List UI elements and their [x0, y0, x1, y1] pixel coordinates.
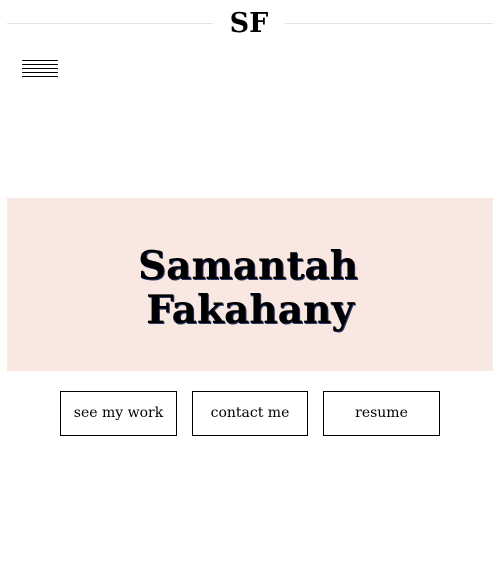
menu-line	[22, 72, 58, 73]
contact-me-button[interactable]: contact me	[192, 391, 308, 436]
see-my-work-button[interactable]: see my work	[60, 391, 177, 436]
hero-first-name: Samantah	[138, 243, 358, 289]
menu-line	[22, 64, 58, 65]
hero-last-name: Fakahany	[146, 287, 354, 333]
menu-line	[22, 60, 58, 61]
menu-line	[22, 76, 58, 77]
menu-line	[22, 68, 58, 69]
resume-button[interactable]: resume	[323, 391, 440, 436]
hero-name: Samantah Fakahany	[7, 244, 493, 332]
header-divider-right	[285, 23, 493, 24]
header-divider-left	[7, 23, 213, 24]
hamburger-menu-icon[interactable]	[21, 59, 59, 79]
action-buttons: see my work contact me resume	[0, 391, 499, 436]
site-logo[interactable]: SF	[213, 6, 285, 42]
hero-banner: Samantah Fakahany	[7, 198, 493, 371]
